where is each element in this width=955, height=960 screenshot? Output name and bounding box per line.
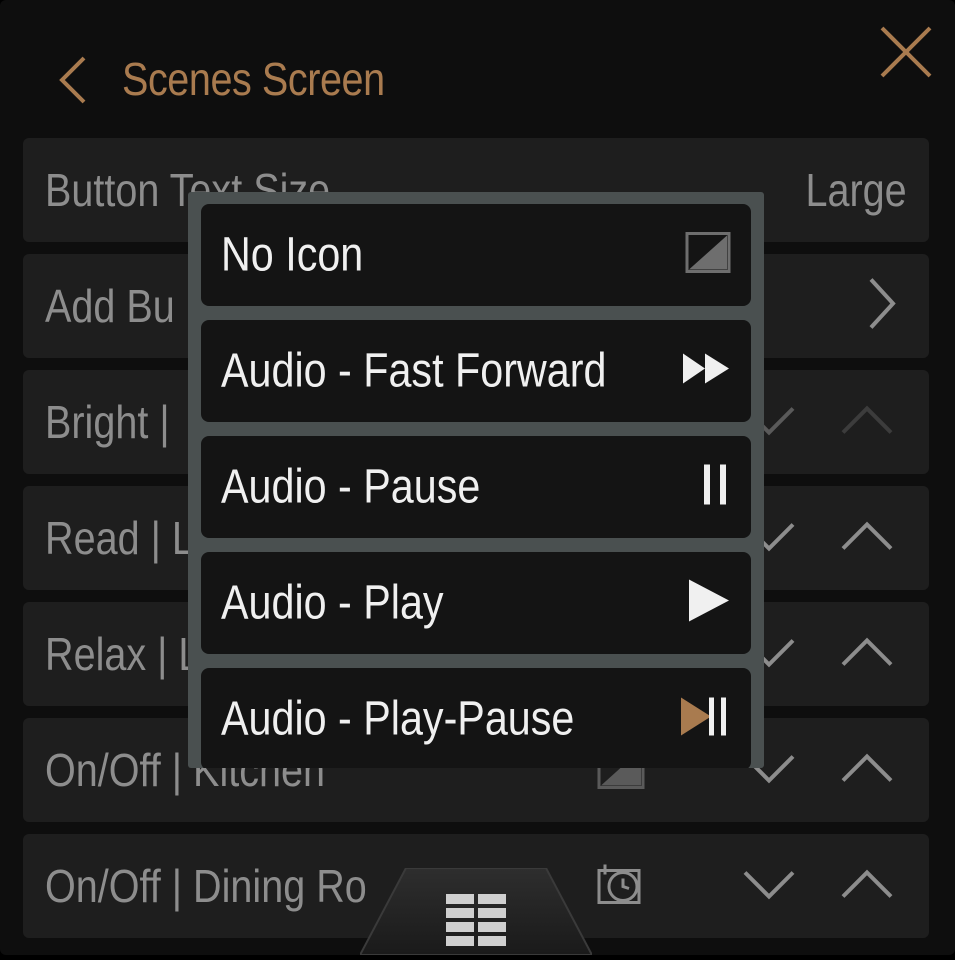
dinner-timer-icon (597, 864, 641, 904)
pause-icon (701, 463, 731, 512)
move-up-button[interactable] (839, 867, 895, 906)
chevron-down-icon (743, 871, 795, 900)
button-text-size-value: Large (805, 164, 907, 216)
close-icon (880, 26, 932, 78)
option-label: Audio - Pause (221, 460, 481, 514)
chevron-up-icon (841, 753, 893, 782)
grid-menu-button[interactable] (358, 867, 594, 956)
add-button-label: Add Bu (45, 280, 175, 332)
move-up-button[interactable] (839, 751, 895, 790)
chevron-up-icon (841, 637, 893, 666)
scene-label: Relax | L (45, 628, 201, 680)
back-button[interactable] (52, 52, 96, 108)
option-label: No Icon (221, 228, 364, 282)
move-up-button[interactable] (839, 403, 895, 442)
scene-icon[interactable] (595, 861, 645, 912)
fast-forward-icon (681, 352, 731, 391)
chevron-up-icon (841, 405, 893, 434)
grid-icon (358, 867, 594, 956)
icon-option-play-pause[interactable]: Audio - Play-Pause (201, 668, 751, 768)
chevron-up-icon (841, 869, 893, 898)
option-label: Audio - Play-Pause (221, 692, 575, 746)
add-button-chevron (865, 276, 899, 337)
icon-option-fast-forward[interactable]: Audio - Fast Forward (201, 320, 751, 422)
chevron-up-icon (841, 521, 893, 550)
play-icon (687, 578, 731, 629)
icon-option-play[interactable]: Audio - Play (201, 552, 751, 654)
play-pause-icon (679, 696, 731, 743)
close-button[interactable] (876, 22, 936, 82)
icon-option-pause[interactable]: Audio - Pause (201, 436, 751, 538)
no-icon-placeholder-icon (685, 232, 731, 279)
icon-picker-popup: No Icon Audio - Fast Forward Audio - Pau… (188, 192, 764, 768)
move-up-button[interactable] (839, 519, 895, 558)
scene-label: On/Off | Dining Ro (45, 860, 367, 912)
move-up-button[interactable] (839, 635, 895, 674)
scene-label: Bright | (45, 396, 170, 448)
option-label: Audio - Fast Forward (221, 344, 607, 398)
chevron-right-icon (869, 278, 896, 329)
icon-option-no-icon[interactable]: No Icon (201, 204, 751, 306)
chevron-left-icon (59, 56, 86, 104)
scene-label: Read | L (45, 512, 194, 564)
page-title: Scenes Screen (122, 53, 385, 105)
app-frame: Scenes Screen Button Text Size Large Add… (0, 0, 955, 956)
move-down-button[interactable] (741, 867, 797, 906)
option-label: Audio - Play (221, 576, 444, 630)
